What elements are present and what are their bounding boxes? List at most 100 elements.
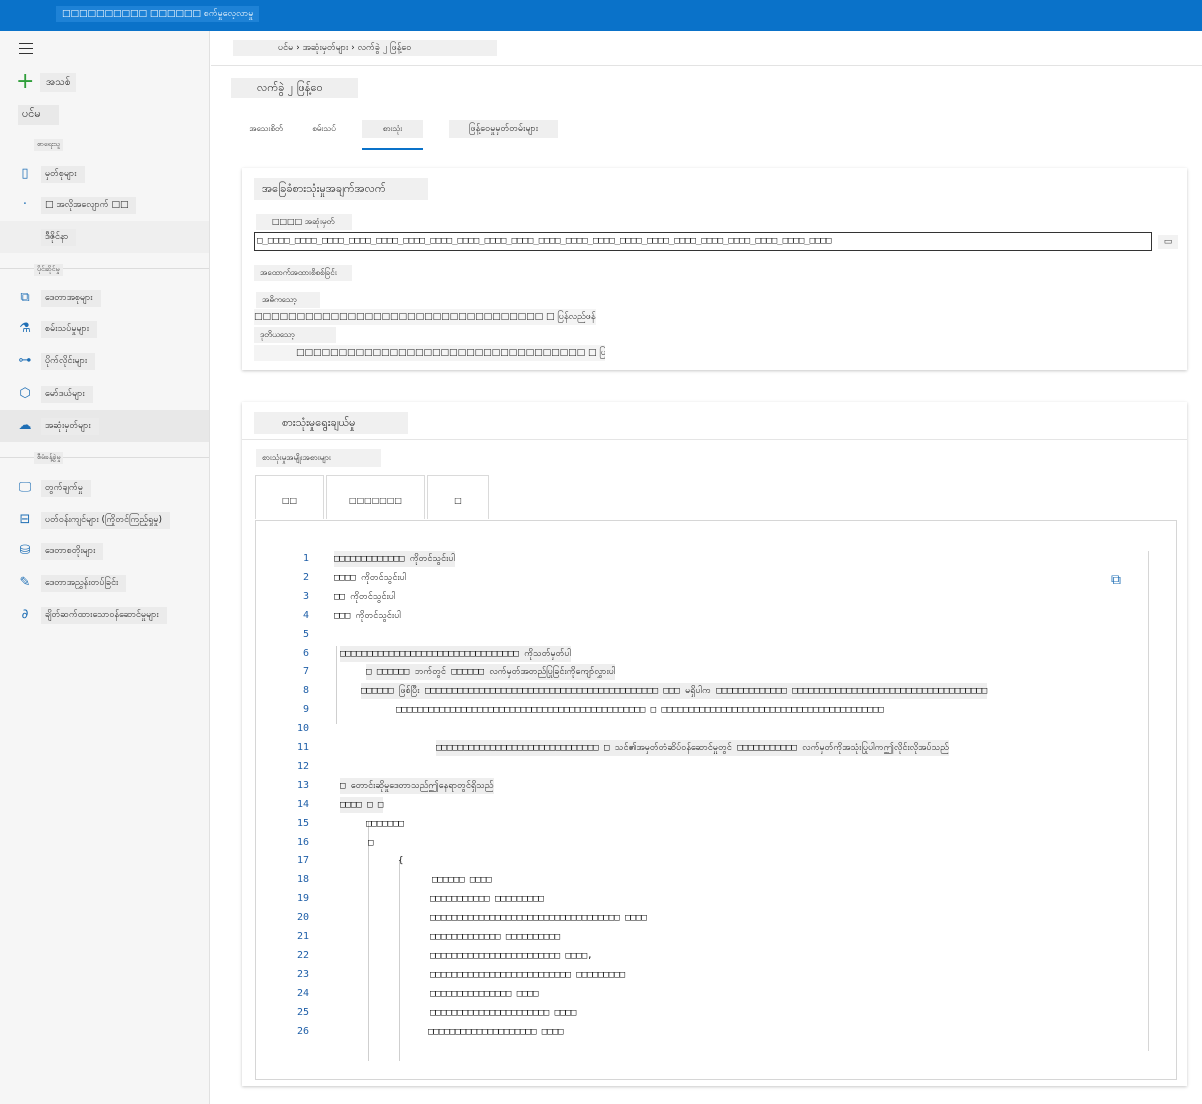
sidebar-item-label: ချိတ်ဆက်ထားသောဝန်ဆောင်မှုများ: [41, 606, 167, 624]
tab-lang-2[interactable]: □: [427, 475, 489, 519]
code-line: □□□□□□□□□□□□□□□□□□□□□□□□□□□□□□□□□□□□□□□□…: [396, 705, 884, 716]
indent-guide: [399, 861, 400, 1061]
code-line-number: 10: [296, 723, 309, 735]
designer-icon: [17, 229, 33, 245]
code-line: {: [398, 856, 404, 867]
code-line: □□□□ ကိုတင်သွင်းပါ: [334, 572, 407, 583]
notebook-icon: ▯: [21, 166, 29, 181]
automl-icon: ·: [22, 197, 28, 212]
sidebar-item-linked-services[interactable]: ∂ ချိတ်ဆက်ထားသောဝန်ဆောင်မှုများ: [0, 599, 209, 631]
sidebar-item-pipelines[interactable]: ⊶ ပိုက်လိုင်းများ: [0, 345, 209, 377]
code-line: □□□ ကိုတင်သွင်းပါ: [334, 610, 401, 621]
code-scrollbar[interactable]: [1148, 551, 1149, 1051]
section-assets-header: ပိုင်ဆိုင်မှု: [34, 264, 63, 276]
primary-key-value[interactable]: □□□□□□□□□□□□□□□□□□□□□□□□□□□□□□□□□□ □ ပြန…: [254, 309, 596, 325]
primary-key-label: အဓိကသော့: [256, 292, 320, 308]
sidebar-item-designer[interactable]: ဒီဇိုင်နာ: [0, 221, 209, 253]
code-line-number: 23: [296, 968, 309, 980]
basic-info-header: အခြေခံစားသုံးမှုအချက်အလက်: [254, 178, 428, 200]
sidebar-item-models[interactable]: ⬡ မော်ဒယ်များ: [0, 378, 209, 410]
sidebar-item-label: ဒေတာစတိုးများ: [41, 542, 104, 560]
sidebar-divider: [0, 268, 209, 269]
sidebar-item-label: အဆုံးမှတ်များ: [41, 417, 99, 435]
consumption-types-label: စားသုံးမှုအမျိုးအစားများ: [256, 449, 381, 467]
sidebar-item-label: မော်ဒယ်များ: [41, 385, 93, 403]
code-line: □□□□□□□□□□□ □□□□□□□□□: [430, 894, 544, 905]
consumption-header: စားသုံးမှုရွေးချယ်မှု: [254, 412, 408, 434]
code-line-number: 4: [302, 609, 309, 621]
code-line: □□□□ □ □: [340, 796, 384, 813]
sidebar-item-datastores[interactable]: ⛁ ဒေတာစတိုးများ: [0, 535, 209, 567]
code-line-number: 21: [296, 931, 309, 942]
copy-code-icon[interactable]: ⧉: [1108, 571, 1124, 589]
tab-details[interactable]: အသေးစိတ်: [243, 120, 289, 138]
sidebar-item-notebooks[interactable]: ▯ မှတ်စုများ: [0, 158, 209, 190]
sidebar-item-label: မှတ်စုများ: [41, 165, 85, 183]
tab-lang-0[interactable]: □□: [255, 475, 324, 519]
code-line: □□□□□□□: [366, 818, 404, 829]
copy-icon[interactable]: ▭: [1158, 235, 1178, 249]
code-line: □□□□□□□□□□□□□□□□□□□□□□□□□□□□□□□□□ ကိုသတ်…: [340, 645, 572, 662]
linked-services-icon: ∂: [21, 607, 29, 622]
compute-icon: 🖵: [18, 480, 32, 495]
code-line: □□□□□□□□□□□□□ ကိုတင်သွင်းပါ: [334, 551, 456, 567]
pipeline-icon: ⊶: [18, 353, 32, 368]
sidebar-item-endpoints[interactable]: ☁ အဆုံးမှတ်များ: [0, 410, 209, 442]
sidebar-item-label: ပိုက်လိုင်းများ: [41, 352, 96, 370]
breadcrumb[interactable]: ပင်မ › အဆုံးမှတ်များ › လက်ခွဲ ၂ ဖြန့်ဝေ: [233, 40, 497, 56]
tab-deployment-logs[interactable]: ဖြန့်ဝေမှုမှတ်တမ်းများ: [449, 120, 558, 138]
code-line-number: 12: [296, 760, 309, 772]
sidebar-item-label: တွက်ချက်မှု: [41, 479, 92, 497]
sidebar-item-automl[interactable]: · □ အလိုအလျောက် □□: [0, 189, 209, 221]
hamburger-icon[interactable]: [19, 43, 33, 54]
code-line-number: 22: [296, 949, 309, 961]
secondary-key-value[interactable]: □□□□□□□□□□□□□□□□□□□□□□□□□□□□□□□□□□ □ ပြန…: [254, 345, 605, 361]
section-author-header: စာရေးသူ: [34, 139, 64, 151]
top-bar: □□□□□□□□□□ □□□□□□ စက်မှုလေ့လာမှု: [0, 0, 1202, 31]
tab-lang-1[interactable]: □□□□□□□: [326, 475, 425, 519]
code-line-number: 26: [296, 1025, 309, 1037]
code-line-number: 16: [296, 836, 309, 848]
sidebar-item-labeling[interactable]: ✎ ဒေတာအညွှန်းတပ်ခြင်း: [0, 567, 209, 599]
rest-endpoint-label: □□□□ အဆုံးမှတ်: [256, 214, 352, 230]
datastore-icon: ⛁: [19, 543, 31, 558]
app-title: □□□□□□□□□□ □□□□□□ စက်မှုလေ့လာမှု: [56, 6, 260, 22]
rest-endpoint-field[interactable]: □_□□□□_□□□□_□□□□_□□□□_□□□□_□□□□_□□□□_□□□…: [254, 232, 1152, 251]
code-line: □□□□□□□□□□□□□□□□□□□□□□□□□□□□□□□□□□□ □□□□: [430, 913, 647, 924]
tab-test[interactable]: စမ်းသပ်: [306, 120, 342, 138]
datasets-icon: ⧉: [20, 290, 30, 305]
sidebar-item-label: ဒီဇိုင်နာ: [41, 228, 77, 246]
code-line-number: 9: [302, 704, 309, 716]
new-button[interactable]: + အသစ်: [16, 69, 77, 94]
code-line-number: 11: [296, 742, 309, 753]
sidebar-item-label: စမ်းသပ်မှုများ: [41, 320, 98, 338]
sidebar-item-label: □ အလိုအလျောက် □□: [41, 196, 137, 214]
authentication-label: အထောက်အထားစိစစ်ခြင်း: [254, 265, 352, 281]
code-line: □□□□□□□□□□□□□□□□□□□□□□□□□□□□□□ □ သင်၏အမှ…: [436, 740, 949, 756]
code-line: □ တောင်းဆိုမှုဒေတာသည်ဤနေရာတွင်ရှိသည်: [340, 777, 494, 794]
code-panel[interactable]: ⧉ 1 □□□□□□□□□□□□□ ကိုတင်သွင်းပါ 2 □□□□ ကိုတ…: [255, 520, 1177, 1080]
sidebar-item-home[interactable]: ပင်မ: [18, 105, 59, 125]
code-line-number: 19: [296, 893, 309, 905]
code-line-number: 24: [296, 987, 309, 999]
tab-consume[interactable]: စားသုံး: [362, 120, 423, 138]
sidebar-item-environments[interactable]: ⊟ ပတ်ဝန်းကျင်များ (ကြိုတင်ကြည့်ရှုမှု): [0, 504, 209, 536]
sidebar-item-label: ပတ်ဝန်းကျင်များ (ကြိုတင်ကြည့်ရှုမှု): [41, 511, 170, 529]
sidebar-item-datasets[interactable]: ⧉ ဒေတာအစုများ: [0, 282, 209, 314]
code-line: □ □□□□□□ ဘက်တွင် □□□□□□ လက်မှတ်အတည်ပြုခြ…: [366, 664, 616, 681]
code-line: □□□□□□□□□□□□□□□□□□□□ □□□□: [428, 1026, 564, 1037]
code-line: □□□□□□ □□□□: [432, 875, 492, 886]
page-title: လက်ခွဲ ၂ ဖြန့်ဝေ: [231, 78, 358, 98]
code-line: □□ ကိုတင်သွင်းပါ: [334, 591, 396, 602]
code-line: □□□□□□□□□□□□□□□□□□□□□□□□ □□□□,: [430, 950, 593, 961]
code-line: □□□□□□□□□□□□□□□□□□□□□□ □□□□: [430, 1007, 577, 1018]
sidebar-item-compute[interactable]: 🖵 တွက်ချက်မှု: [0, 472, 209, 504]
plus-icon: +: [16, 69, 35, 94]
sidebar-item-experiments[interactable]: ⚗ စမ်းသပ်မှုများ: [0, 313, 209, 345]
code-line-number: 15: [296, 817, 309, 829]
indent-guide: [368, 821, 369, 1061]
code-line: □□□□□□ ဖြစ်ပြီး □□□□□□□□□□□□□□□□□□□□□□□□…: [361, 683, 988, 700]
sidebar-divider: [0, 457, 209, 458]
code-line-number: 2: [302, 571, 309, 583]
code-line-number: 18: [296, 874, 309, 886]
